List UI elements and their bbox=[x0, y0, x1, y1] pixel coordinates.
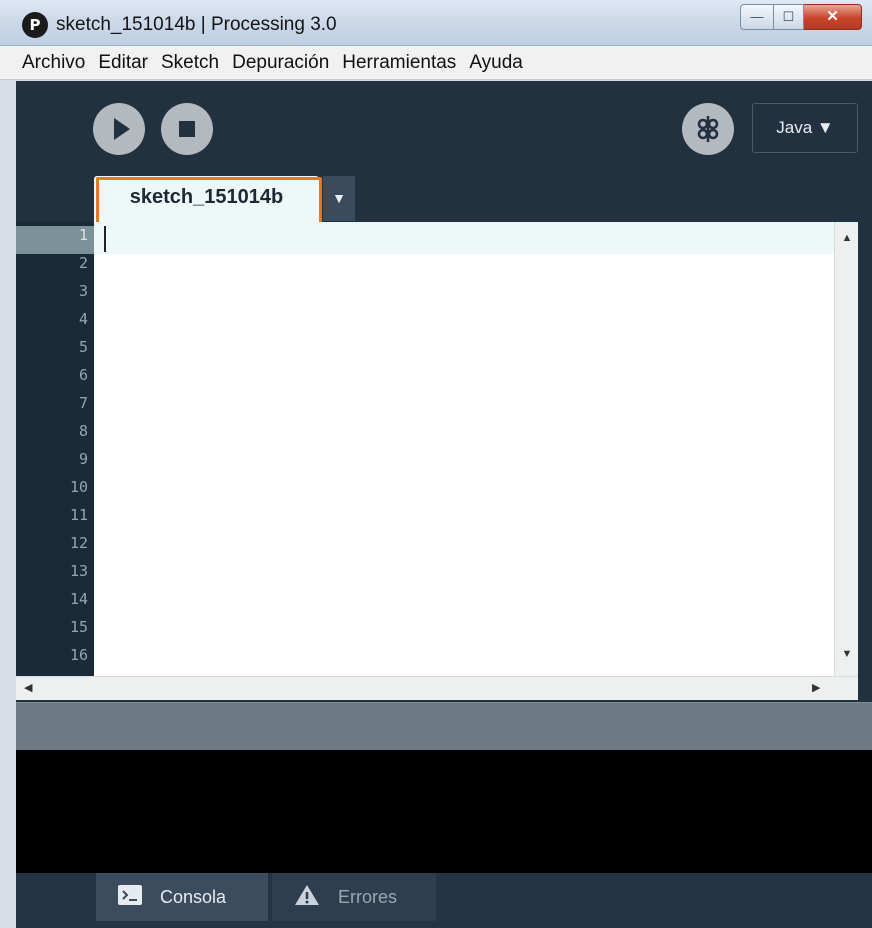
line-number: 2 bbox=[78, 254, 88, 272]
vertical-scrollbar[interactable]: ▲ ▼ bbox=[834, 222, 858, 676]
tab-console[interactable]: Consola bbox=[96, 873, 268, 921]
tab-menu-button[interactable]: ▼ bbox=[323, 176, 355, 221]
maximize-button[interactable]: ☐ bbox=[774, 4, 804, 30]
menu-bar: Archivo Editar Sketch Depuración Herrami… bbox=[0, 46, 872, 80]
menu-archivo[interactable]: Archivo bbox=[22, 52, 85, 74]
line-number: 7 bbox=[78, 394, 88, 412]
stop-button[interactable] bbox=[161, 103, 213, 155]
tab-errors[interactable]: Errores bbox=[272, 873, 436, 921]
errors-label: Errores bbox=[338, 886, 398, 907]
title-bar: P sketch_151014b | Processing 3.0 — ☐ ✕ bbox=[0, 0, 872, 46]
horizontal-scrollbar[interactable]: ◀ ▶ bbox=[16, 676, 858, 700]
play-icon bbox=[114, 118, 130, 140]
scroll-up-icon[interactable]: ▲ bbox=[835, 232, 859, 244]
mode-selector[interactable]: Java ▼ bbox=[752, 103, 858, 153]
menu-editar[interactable]: Editar bbox=[98, 52, 148, 74]
line-number: 15 bbox=[69, 618, 88, 636]
footer-bar: Consola Errores bbox=[16, 873, 872, 928]
console-output[interactable] bbox=[16, 750, 872, 873]
window-title: sketch_151014b | Processing 3.0 bbox=[56, 14, 337, 35]
current-line-highlight bbox=[94, 222, 834, 254]
menu-depuracion[interactable]: Depuración bbox=[232, 52, 329, 74]
line-number: 3 bbox=[78, 282, 88, 300]
line-number: 16 bbox=[69, 646, 88, 664]
scroll-down-icon[interactable]: ▼ bbox=[835, 648, 859, 660]
line-number: 11 bbox=[69, 506, 88, 524]
minimize-button[interactable]: — bbox=[740, 4, 774, 30]
menu-ayuda[interactable]: Ayuda bbox=[469, 52, 523, 74]
line-number: 9 bbox=[78, 450, 88, 468]
line-number: 6 bbox=[78, 366, 88, 384]
menu-herramientas[interactable]: Herramientas bbox=[342, 52, 456, 74]
scroll-left-icon[interactable]: ◀ bbox=[24, 681, 32, 694]
stop-icon bbox=[179, 121, 195, 137]
line-number: 10 bbox=[69, 478, 88, 496]
scroll-right-icon[interactable]: ▶ bbox=[812, 681, 820, 694]
window-controls: — ☐ ✕ bbox=[740, 4, 862, 30]
line-number: 14 bbox=[69, 590, 88, 608]
debugger-icon bbox=[697, 116, 719, 142]
text-caret bbox=[104, 226, 106, 252]
code-editor[interactable] bbox=[94, 222, 834, 676]
line-number: 13 bbox=[69, 562, 88, 580]
warning-icon bbox=[294, 884, 320, 911]
line-number: 5 bbox=[78, 338, 88, 356]
line-number-gutter: 1 2 3 4 5 6 7 8 9 10 11 12 13 14 15 16 bbox=[16, 222, 94, 676]
line-number: 1 bbox=[16, 226, 94, 254]
terminal-icon bbox=[118, 884, 142, 910]
processing-logo-icon[interactable]: P bbox=[22, 12, 48, 38]
console-label: Consola bbox=[160, 886, 227, 907]
run-button[interactable] bbox=[93, 103, 145, 155]
status-bar bbox=[16, 702, 872, 750]
close-button[interactable]: ✕ bbox=[804, 4, 862, 30]
ide-body: Java ▼ sketch_151014b ▼ 1 2 3 4 5 6 7 8 … bbox=[16, 81, 872, 928]
line-number: 4 bbox=[78, 310, 88, 328]
debugger-button[interactable] bbox=[682, 103, 734, 155]
line-number: 8 bbox=[78, 422, 88, 440]
line-number: 12 bbox=[69, 534, 88, 552]
menu-sketch[interactable]: Sketch bbox=[161, 52, 219, 74]
